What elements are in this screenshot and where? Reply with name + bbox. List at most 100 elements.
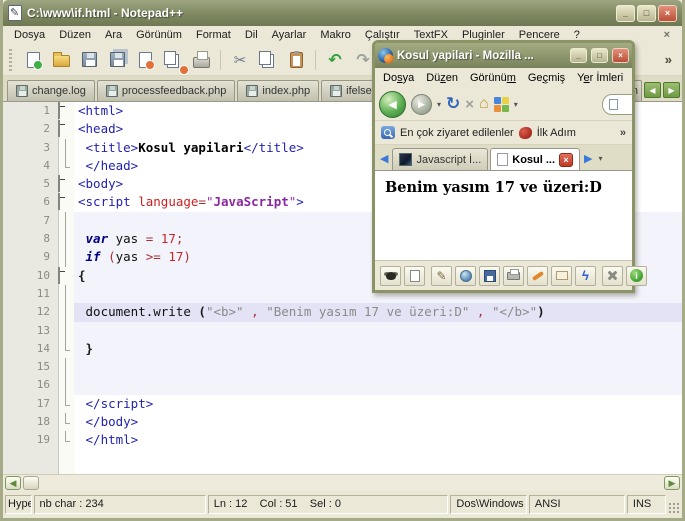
menu-dosya[interactable]: Dosya <box>379 71 422 85</box>
menu-yer-imleri[interactable]: Yer İmleri <box>573 71 631 85</box>
tab-scroll-left-icon[interactable] <box>378 152 390 170</box>
tab-javascript[interactable]: Javascript İ... <box>392 148 489 170</box>
extension-grid-icon[interactable] <box>493 96 509 112</box>
scroll-left-button[interactable] <box>5 476 21 490</box>
tab-change-log[interactable]: change.log <box>7 80 95 101</box>
maximize-button[interactable]: □ <box>591 48 608 63</box>
tab-close-button[interactable] <box>559 152 574 167</box>
edit-button[interactable] <box>431 265 452 286</box>
print-button[interactable] <box>503 265 524 286</box>
menu-duzen[interactable]: Düzen <box>52 28 98 42</box>
stop-icon[interactable] <box>465 96 474 113</box>
fold-marker[interactable] <box>58 266 60 284</box>
fold-marker[interactable] <box>58 102 60 119</box>
tab-list-dropdown-icon[interactable] <box>597 154 605 170</box>
clean-button[interactable] <box>527 265 548 286</box>
cut-button[interactable] <box>228 48 252 72</box>
open-file-button[interactable] <box>49 48 73 72</box>
reload-icon[interactable] <box>446 94 460 114</box>
menu-gorunum[interactable]: Görünüm <box>129 28 189 42</box>
code-text-current-line[interactable]: document.write ("<b>" , "Benim yasım 17 … <box>74 303 682 322</box>
bookmark-most-visited[interactable]: En çok ziyaret edilenler <box>400 127 514 139</box>
tab-scroll-right-button[interactable] <box>663 82 680 98</box>
close-file-button[interactable] <box>133 48 157 72</box>
save-all-button[interactable] <box>105 48 129 72</box>
document-close-icon[interactable]: × <box>664 29 678 41</box>
ilk-adim-icon[interactable] <box>518 126 532 139</box>
back-button[interactable] <box>379 90 406 118</box>
tab-index-php[interactable]: index.php <box>237 80 320 101</box>
history-dropdown-icon[interactable] <box>437 100 441 109</box>
menu-gecmis[interactable]: Geçmiş <box>524 71 573 85</box>
resize-grip[interactable] <box>668 502 680 514</box>
horizontal-scrollbar[interactable] <box>3 474 682 491</box>
home-icon[interactable] <box>479 95 489 113</box>
scroll-right-button[interactable] <box>664 476 680 490</box>
bookmark-ilk-adim[interactable]: İlk Adım <box>537 127 576 139</box>
most-visited-icon[interactable] <box>381 126 395 139</box>
fold-marker[interactable] <box>58 193 60 211</box>
close-button[interactable]: × <box>612 48 629 63</box>
toolbar-grip[interactable] <box>9 48 12 71</box>
tab-scroll-left-button[interactable] <box>644 82 661 98</box>
firebug-button[interactable] <box>380 265 401 286</box>
menu-duzen[interactable]: Düzen <box>422 71 466 85</box>
scrollbar-thumb[interactable] <box>23 476 39 490</box>
menu-gorunum[interactable]: Görünüm <box>466 71 524 85</box>
print-button[interactable] <box>189 48 213 72</box>
extension-dropdown-icon[interactable] <box>514 100 518 109</box>
minimize-button[interactable]: _ <box>616 4 635 22</box>
menu-ara[interactable]: Ara <box>98 28 129 42</box>
menu-ayarlar[interactable]: Ayarlar <box>265 28 314 42</box>
fold-margin[interactable] <box>58 120 74 138</box>
save-button[interactable] <box>77 48 101 72</box>
tab-kosul[interactable]: Kosul ... <box>490 148 581 170</box>
close-button[interactable]: × <box>658 4 677 22</box>
minimize-button[interactable]: _ <box>570 48 587 63</box>
menu-dil[interactable]: Dil <box>238 28 265 42</box>
firefox-titlebar[interactable]: Kosul yapilari - Mozilla ... _ □ × <box>375 43 632 68</box>
menu-makro[interactable]: Makro <box>313 28 358 42</box>
code-text[interactable] <box>74 321 682 340</box>
menu-format[interactable]: Format <box>189 28 238 42</box>
fold-margin[interactable] <box>58 102 74 120</box>
save-button[interactable] <box>479 265 500 286</box>
fold-marker[interactable] <box>58 175 60 193</box>
new-file-button[interactable] <box>21 48 45 72</box>
globe-button[interactable] <box>455 265 476 286</box>
tools-button[interactable] <box>602 265 623 286</box>
info-icon <box>630 269 643 282</box>
copy-button[interactable] <box>256 48 280 72</box>
code-text[interactable] <box>74 376 682 395</box>
tab-scroll-right-icon[interactable] <box>582 152 594 170</box>
location-bar[interactable] <box>602 93 632 115</box>
fold-margin[interactable] <box>58 266 74 285</box>
lightning-button[interactable] <box>575 265 596 286</box>
fold-margin[interactable] <box>58 175 74 193</box>
toolbar-overflow-chevron[interactable]: » <box>665 52 676 67</box>
info-button[interactable] <box>626 265 647 286</box>
fold-marker[interactable] <box>58 120 60 138</box>
menu-dosya[interactable]: Dosya <box>7 28 52 42</box>
paste-button[interactable] <box>284 48 308 72</box>
frame-button[interactable] <box>551 265 572 286</box>
undo-button[interactable] <box>323 48 347 72</box>
tab-processfeedback-php[interactable]: processfeedback.php <box>96 80 236 101</box>
code-text[interactable]: </html> <box>74 431 682 449</box>
code-text[interactable]: </script> <box>74 395 682 413</box>
code-text[interactable]: </body> <box>74 413 682 431</box>
new-page-button[interactable] <box>404 265 425 286</box>
notepadpp-titlebar[interactable]: C:\www\if.html - Notepad++ _ □ × <box>3 0 682 26</box>
maximize-button[interactable]: □ <box>637 4 656 22</box>
close-all-button[interactable] <box>161 48 185 72</box>
code-text[interactable] <box>74 358 682 377</box>
fold-margin[interactable] <box>58 193 74 211</box>
status-typing-mode[interactable]: INS <box>626 494 667 514</box>
code-text[interactable]: } <box>74 339 682 359</box>
line-number: 6 <box>43 195 50 209</box>
bookmarks-overflow-chevron[interactable]: » <box>620 127 626 139</box>
forward-button[interactable] <box>411 93 432 115</box>
